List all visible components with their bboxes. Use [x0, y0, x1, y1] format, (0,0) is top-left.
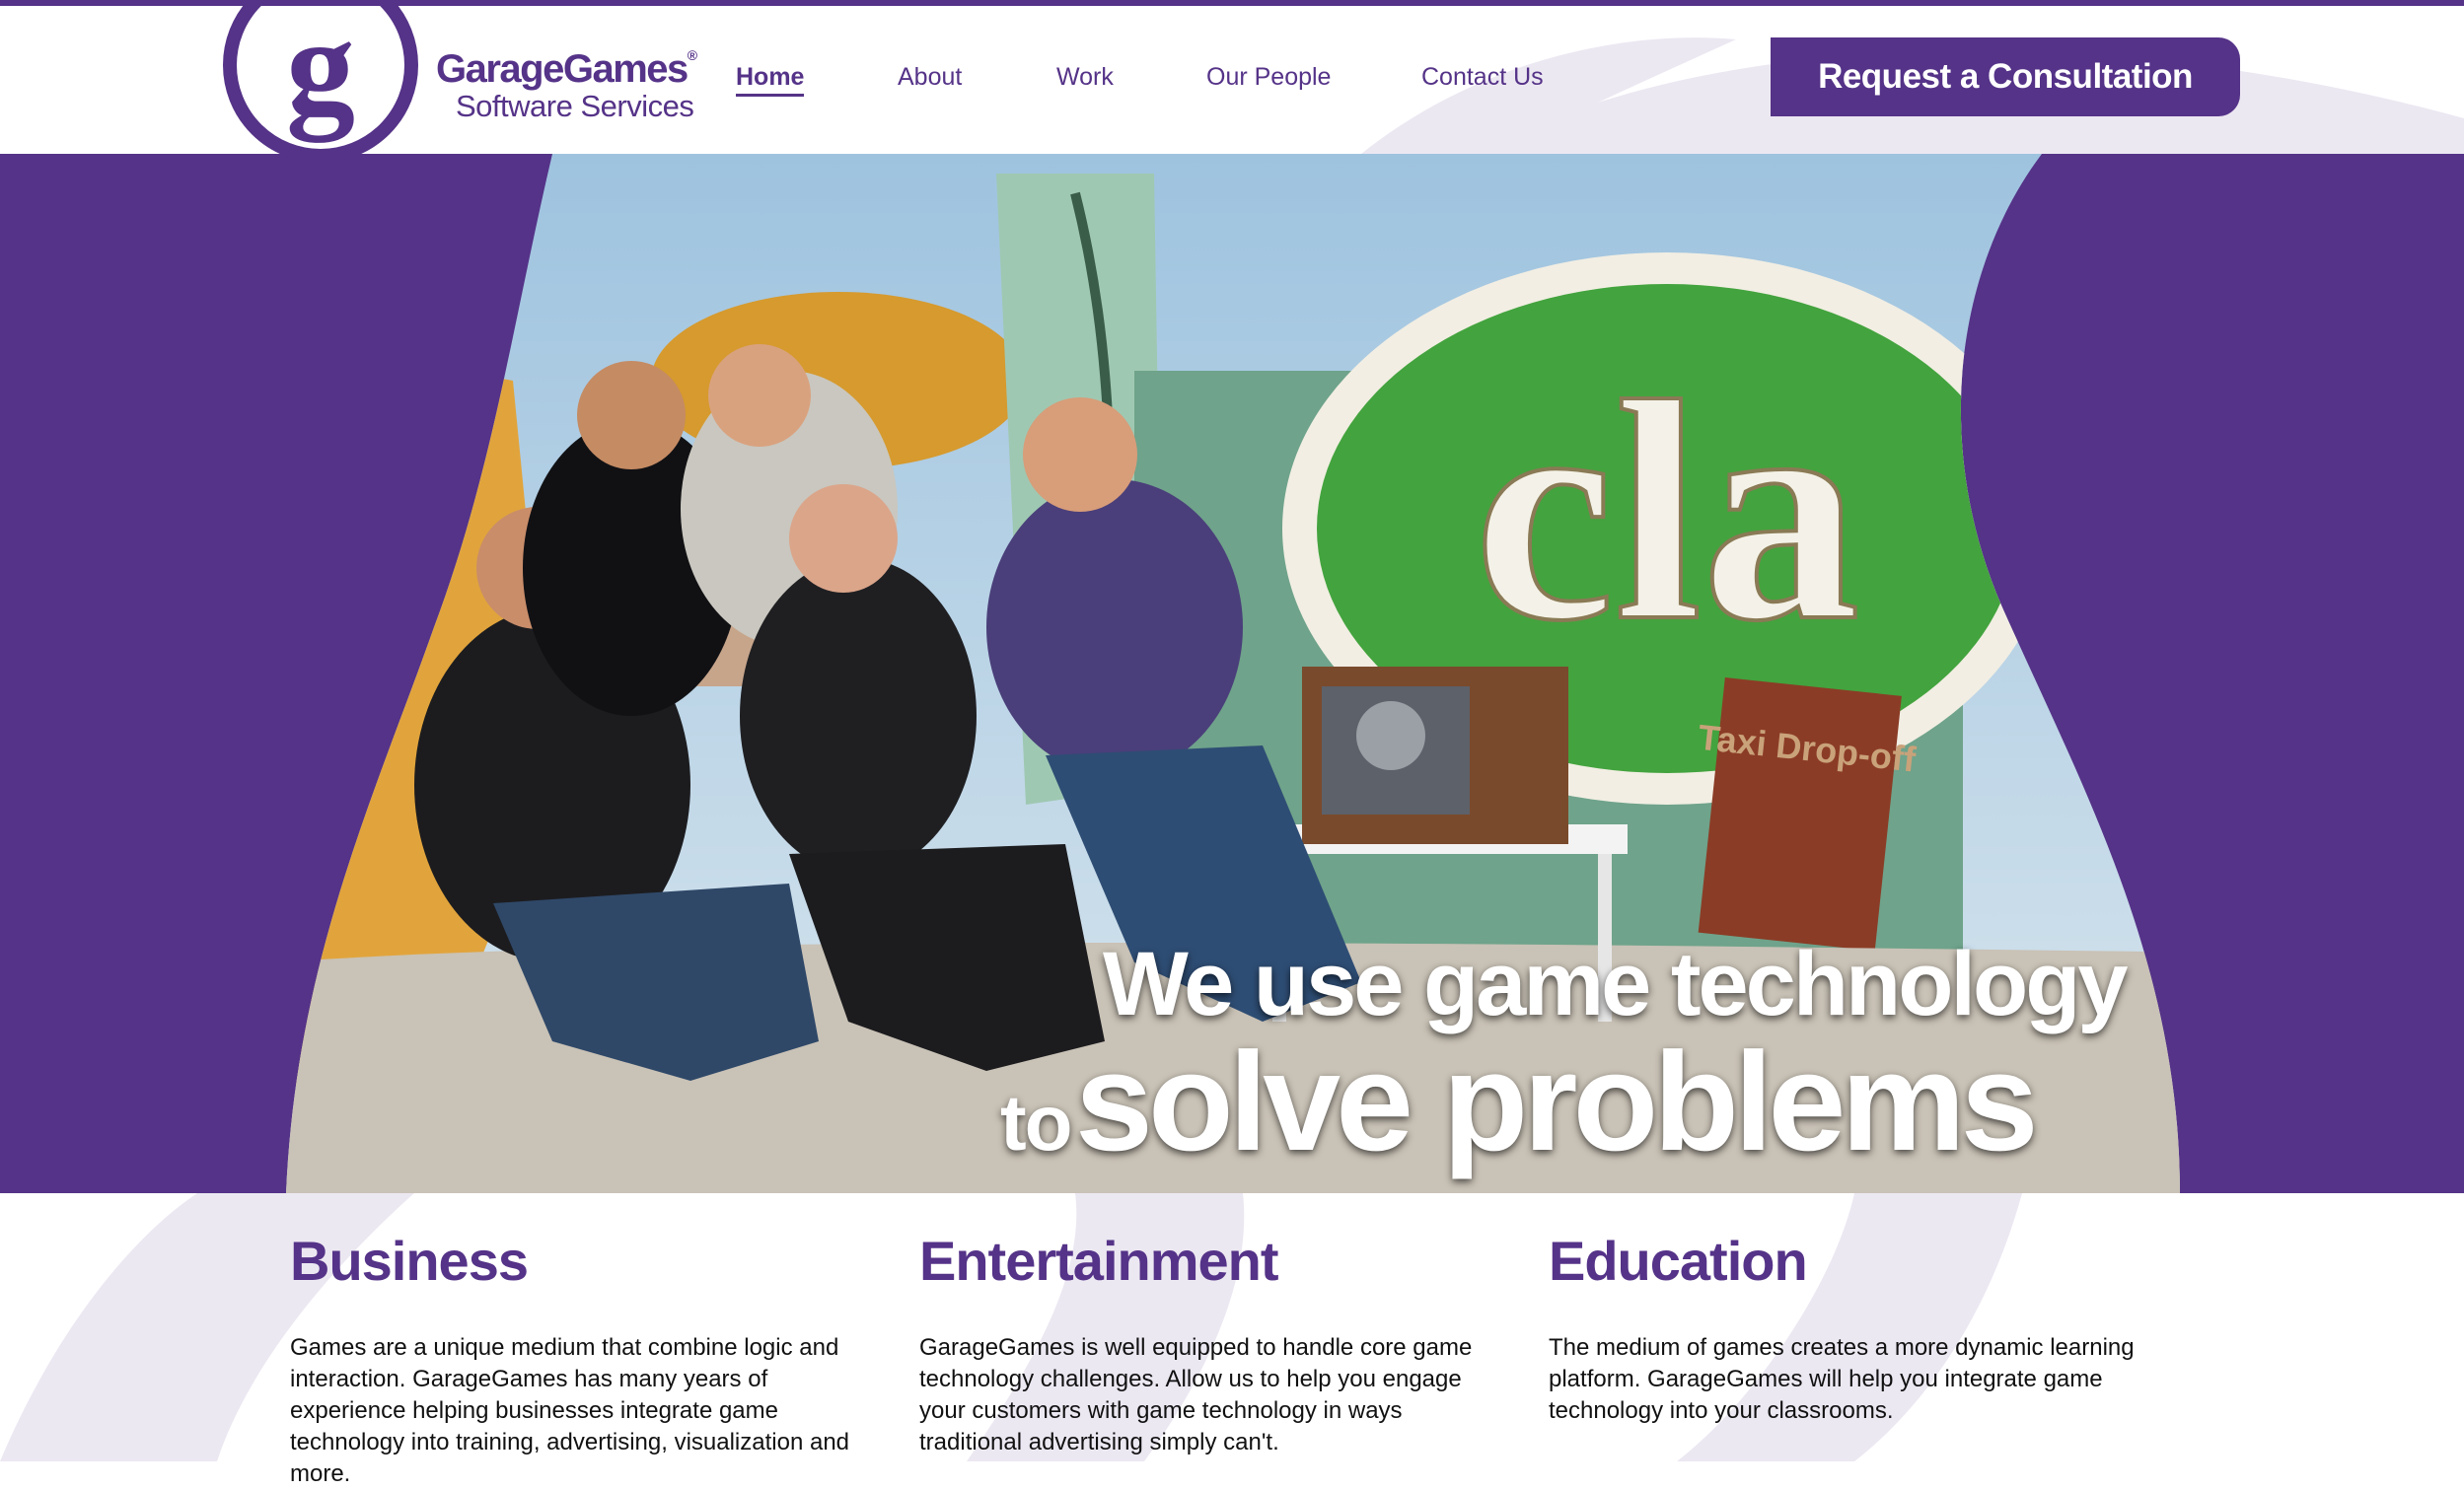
hero-headline-solve-problems: solve problems — [1074, 1024, 2039, 1180]
column-title: Business — [290, 1230, 529, 1292]
hero-headline-line2: to solve problems — [1000, 1022, 2039, 1183]
column-text: GarageGames is well equipped to handle c… — [919, 1334, 1473, 1455]
nav-work[interactable]: Work — [1056, 63, 1114, 92]
feature-columns: Business Games are a unique medium that … — [0, 1193, 2464, 1487]
logo-subtitle: Software Services — [456, 89, 694, 123]
request-consultation-button[interactable]: Request a Consultation — [1771, 37, 2240, 116]
logo-wordmark: GarageGames® — [436, 47, 697, 91]
column-entertainment: Entertainment GarageGames is well equipp… — [919, 1229, 1511, 1458]
g-logo-icon: g — [223, 0, 418, 160]
hero-banner: cla Taxi Drop-off We use game technology… — [0, 154, 2464, 1193]
nav-about[interactable]: About — [898, 63, 962, 92]
column-business: Business Games are a unique medium that … — [290, 1229, 882, 1490]
column-title: Education — [1549, 1230, 1808, 1292]
hero-headline-to: to — [1000, 1079, 1073, 1167]
column-title: Entertainment — [919, 1230, 1279, 1292]
column-text: The medium of games creates a more dynam… — [1549, 1334, 2135, 1424]
garagegames-logo[interactable]: g GarageGames® Software Services — [217, 0, 710, 160]
logo-mark-letter: g — [286, 0, 355, 143]
nav-contact-us[interactable]: Contact Us — [1421, 63, 1544, 92]
sign-text: cla — [1475, 337, 1860, 686]
site-header: g GarageGames® Software Services Home Ab… — [0, 0, 2464, 160]
top-accent-bar — [0, 0, 2464, 6]
column-text: Games are a unique medium that combine l… — [290, 1334, 850, 1487]
nav-home[interactable]: Home — [736, 63, 805, 97]
column-education: Education The medium of games creates a … — [1549, 1229, 2140, 1427]
nav-our-people[interactable]: Our People — [1206, 63, 1331, 92]
